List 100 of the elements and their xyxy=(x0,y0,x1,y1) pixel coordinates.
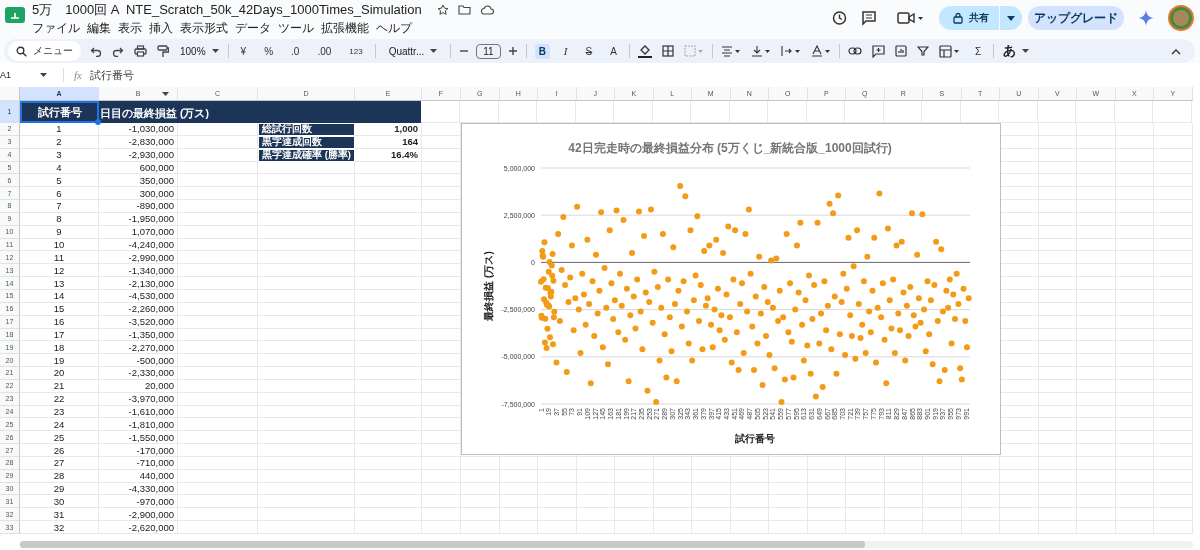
summary-value-cell: 16.4% xyxy=(355,148,422,162)
document-title[interactable]: 5万 1000回 A NTE_Scratch_50k_42Days_1000Times_Simulation xyxy=(32,1,422,19)
table-cell: 12 xyxy=(20,264,99,278)
menu-item[interactable]: ファイル xyxy=(32,19,80,37)
strikethrough-button[interactable]: S xyxy=(581,43,597,59)
table-cell: 6 xyxy=(20,187,99,201)
table-cell: -4,530,000 xyxy=(99,289,178,303)
table-cell: -890,000 xyxy=(99,200,178,213)
table-cell: -1,610,000 xyxy=(99,405,178,419)
table-cell: 20,000 xyxy=(99,379,178,393)
table-cell: -1,030,000 xyxy=(99,123,178,136)
table-header-cell[interactable]: 日目の最終損益 (万ス) xyxy=(99,101,257,123)
summary-label-cell: 総試行回数 xyxy=(258,123,355,136)
decrease-decimal-button[interactable]: .0 xyxy=(287,43,304,59)
table-cell: -3,970,000 xyxy=(99,392,178,406)
menu-item[interactable]: ヘルプ xyxy=(376,19,412,37)
summary-value-cell: 1,000 xyxy=(355,123,422,136)
table-cell: 4 xyxy=(20,161,99,175)
share-button[interactable]: 共有 xyxy=(939,6,999,30)
table-cell: 25 xyxy=(20,431,99,445)
table-cell: 26 xyxy=(20,444,99,457)
table-cell: 28 xyxy=(20,469,99,483)
table-cell: -500,000 xyxy=(99,354,178,368)
italic-button[interactable]: I xyxy=(559,43,572,59)
zoom-select[interactable]: 100% xyxy=(180,45,219,57)
table-cell: -2,260,000 xyxy=(99,302,178,316)
text-color-button[interactable]: A xyxy=(606,43,621,59)
menu-search-field[interactable]: メニュー xyxy=(8,41,81,61)
table-cell: -1,810,000 xyxy=(99,418,178,432)
table-cell: -170,000 xyxy=(99,444,178,457)
font-select[interactable]: Quattr... xyxy=(388,45,438,57)
table-cell: 27 xyxy=(20,456,99,470)
table-cell: 10 xyxy=(20,238,99,252)
table-cell: -4,330,000 xyxy=(99,482,178,496)
table-cell: 23 xyxy=(20,405,99,419)
table-cell: -2,900,000 xyxy=(99,508,178,522)
table-cell: -1,550,000 xyxy=(99,431,178,445)
table-cell: 19 xyxy=(20,354,99,368)
table-cell: 440,000 xyxy=(99,469,178,483)
table-cell: -2,830,000 xyxy=(99,135,178,149)
menu-item[interactable]: 表示形式 xyxy=(180,19,228,37)
table-cell: 1 xyxy=(20,123,99,136)
table-cell: -2,930,000 xyxy=(99,148,178,162)
table-cell: 21 xyxy=(20,379,99,393)
input-tools-select[interactable]: あ xyxy=(1003,42,1030,60)
table-cell: 2 xyxy=(20,135,99,149)
table-cell: 7 xyxy=(20,200,99,213)
percent-button[interactable]: % xyxy=(260,43,278,59)
table-cell: -2,270,000 xyxy=(99,341,178,355)
table-cell: 17 xyxy=(20,328,99,342)
table-cell: 350,000 xyxy=(99,174,178,188)
table-cell: 22 xyxy=(20,392,99,406)
menu-item[interactable]: ツール xyxy=(278,19,314,37)
table-cell: 16 xyxy=(20,315,99,329)
table-cell: 31 xyxy=(20,508,99,522)
table-cell: 3 xyxy=(20,148,99,162)
table-cell: 600,000 xyxy=(99,161,178,175)
function-label: fx xyxy=(74,69,82,81)
bold-button[interactable]: B xyxy=(534,43,550,59)
number-format-button[interactable]: 123 xyxy=(345,44,367,58)
table-cell: 20 xyxy=(20,367,99,380)
table-cell: 24 xyxy=(20,418,99,432)
table-cell: -1,950,000 xyxy=(99,212,178,226)
currency-button[interactable]: ¥ xyxy=(236,43,251,59)
menu-item[interactable]: 挿入 xyxy=(149,19,173,37)
table-cell: 9 xyxy=(20,225,99,239)
menu-item[interactable]: 表示 xyxy=(118,19,142,37)
formula-field[interactable]: 試行番号 xyxy=(89,67,134,83)
menu-item[interactable]: 拡張機能 xyxy=(321,19,369,37)
table-cell: -970,000 xyxy=(99,495,178,509)
x-axis-title: 試行番号 xyxy=(735,433,775,444)
table-cell: -1,350,000 xyxy=(99,328,178,342)
increase-decimal-button[interactable]: .00 xyxy=(313,43,336,59)
table-cell: 30 xyxy=(20,495,99,509)
table-header-cell[interactable]: 試行番号 xyxy=(20,101,99,123)
table-cell: -1,340,000 xyxy=(99,264,178,278)
table-cell: 1,070,000 xyxy=(99,225,178,239)
table-cell: 5 xyxy=(20,174,99,188)
name-box[interactable]: A1 xyxy=(0,70,40,80)
table-cell: 15 xyxy=(20,302,99,316)
upgrade-button[interactable]: アップグレード xyxy=(1028,6,1124,30)
menu-item[interactable]: 編集 xyxy=(87,19,111,37)
table-cell: -2,990,000 xyxy=(99,251,178,265)
table-cell: 13 xyxy=(20,277,99,290)
table-cell: 11 xyxy=(20,251,99,265)
table-cell: -710,000 xyxy=(99,456,178,470)
table-cell: 29 xyxy=(20,482,99,496)
y-axis-title: 最終損益 (万ス) xyxy=(483,251,494,321)
table-cell: 18 xyxy=(20,341,99,355)
table-cell: -3,520,000 xyxy=(99,315,178,329)
functions-button[interactable]: Σ xyxy=(970,43,986,59)
font-size-field[interactable]: 11 xyxy=(476,43,501,59)
table-cell: -2,330,000 xyxy=(99,367,178,380)
table-cell: 300,000 xyxy=(99,187,178,201)
menu-item[interactable]: データ xyxy=(235,19,271,37)
summary-value-cell: 164 xyxy=(355,135,422,149)
table-cell: -2,130,000 xyxy=(99,277,178,290)
table-cell: 14 xyxy=(20,289,99,303)
table-cell: 8 xyxy=(20,212,99,226)
chart-title: 42日完走時の最終損益分布 (5万くじ_新統合版_1000回試行) xyxy=(568,141,892,155)
